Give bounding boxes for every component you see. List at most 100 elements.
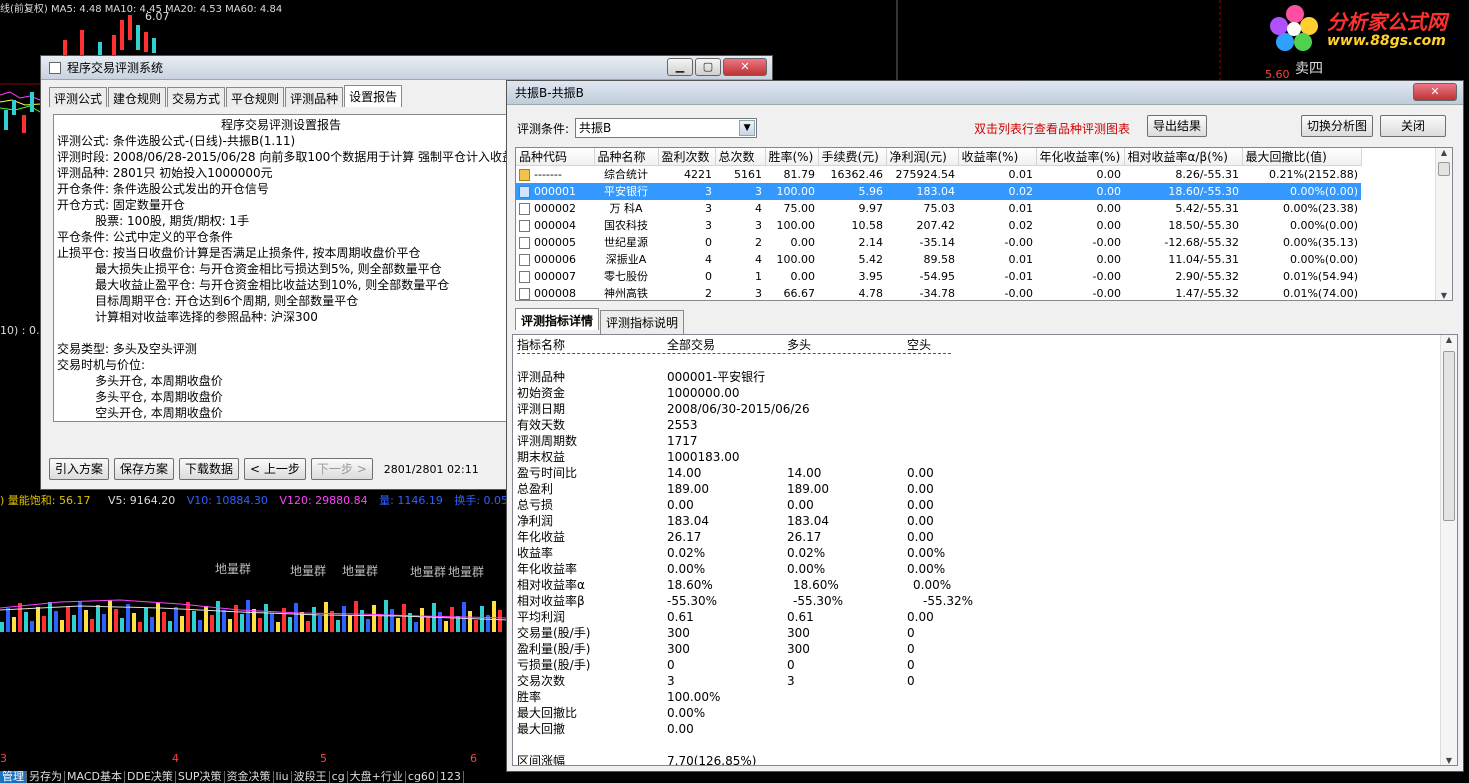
tab-instruments[interactable]: 评测品种 [285,87,344,107]
document-icon [519,270,530,283]
detail-cell: 14.00 [787,466,822,480]
detail-cell: 0 [667,658,675,672]
report-line: 开仓条件: 条件选股公式发出的开仓信号 [57,182,269,196]
switch-chart-button[interactable]: 切换分析图 [1301,115,1374,137]
volume-bar [450,607,454,632]
volume-bar [144,608,148,632]
cell: -12.68/-55.32 [1164,235,1239,249]
bottom-tab[interactable]: 资金决策 [225,771,274,783]
volume-bar [438,612,442,632]
bottom-tab[interactable]: cg [330,771,348,783]
close-button[interactable]: ✕ [1413,83,1457,101]
bottom-tab[interactable]: 管理 [0,771,27,783]
bottom-tab[interactable]: liu [274,771,292,783]
bottom-tab[interactable]: 123 [438,771,464,783]
tab-close-rules[interactable]: 平仓规则 [226,87,285,107]
detail-scrollbar[interactable]: ▲ ▼ [1440,335,1457,765]
bottom-tab[interactable]: DDE决策 [125,771,176,783]
table-scrollbar[interactable]: ▲ ▼ [1435,148,1452,300]
bottom-tab[interactable]: 另存为 [27,771,65,783]
maximize-button[interactable]: ▢ [695,58,721,76]
tab-report[interactable]: 设置报告 [344,85,403,107]
detail-header: 空头 [907,338,932,352]
scroll-down-icon[interactable]: ▼ [1441,756,1457,765]
scrollbar-thumb[interactable] [1438,162,1450,176]
minimize-button[interactable]: ▁ [667,58,693,76]
cell: 0.00 [1096,201,1122,215]
volume-bar [330,611,334,632]
tab-detail-metrics[interactable]: 评测指标详情 [515,308,600,330]
table-row[interactable]: ------- 综合统计 4221 5161 81.79 16362.46 275924.5… [516,166,1361,183]
col-header[interactable]: 相对收益率α/β(%) [1124,148,1243,166]
document-icon [519,202,530,215]
volume-bar [318,616,322,632]
tab-trade-mode[interactable]: 交易方式 [167,87,226,107]
previous-step-button[interactable]: < 上一步 [244,458,306,480]
volume-bar [108,600,112,632]
table-row[interactable]: 000005 世纪星源 0 2 0.00 2.14 -35.14 -0.00 -0.00 -12.… [516,234,1361,251]
col-header[interactable]: 净利润(元) [886,148,959,166]
col-header[interactable]: 年化收益率(%) [1036,148,1125,166]
condition-select[interactable]: 共振B ▼ [575,118,758,138]
volume-bar [246,600,250,632]
save-plan-button[interactable]: 保存方案 [114,458,175,480]
volume-bar [36,607,40,632]
window-titlebar[interactable]: 共振B-共振B [507,81,1463,105]
col-header[interactable]: 收益率(%) [958,148,1037,166]
table-row[interactable]: 000004 国农科技 3 3 100.00 10.58 207.42 0.02 0.00 18.… [516,217,1361,234]
detail-separator [517,353,951,354]
col-header[interactable]: 总次数 [715,148,766,166]
volume-bar [420,608,424,632]
chevron-down-icon[interactable]: ▼ [739,120,756,136]
volume-bar [192,611,196,632]
report-line: 目标周期平仓: 开仓达到6个周期, 则全部数量平仓 [57,294,359,308]
bottom-tab[interactable]: cg60 [406,771,438,783]
detail-cell: 0.00% [907,546,946,560]
table-row[interactable]: 000006 深振业A 4 4 100.00 5.42 89.58 0.01 0.00 11.04… [516,251,1361,268]
table-row[interactable]: 000007 零七股份 0 1 0.00 3.95 -54.95 -0.01 -0.00 2.90… [516,268,1361,285]
detail-cell: 0 [907,626,915,640]
col-header[interactable]: 品种名称 [594,148,659,166]
report-line: 最大收益止盈平仓: 与开仓资金相比收益达到10%, 则全部数量平仓 [57,278,450,292]
export-results-button[interactable]: 导出结果 [1147,115,1208,137]
volume-bar [426,617,430,632]
import-plan-button[interactable]: 引入方案 [49,458,110,480]
col-header[interactable]: 胜率(%) [765,148,819,166]
next-step-button[interactable]: 下一步 > [310,458,373,480]
tab-open-rules[interactable]: 建仓规则 [108,87,167,107]
bottom-tab[interactable]: MACD基本 [65,771,125,783]
bottom-tab[interactable]: 波段王 [292,771,330,783]
tab-formula[interactable]: 评测公式 [49,87,108,107]
col-header[interactable]: 品种代码 [516,148,595,166]
detail-cell: 0.00% [667,706,706,720]
cell: 4 [755,252,762,266]
cell: 000005 [516,234,594,251]
detail-cell: 300 [667,642,690,656]
scrollbar-thumb[interactable] [1443,351,1455,521]
table-row[interactable]: 000008 神州高铁 2 3 66.67 4.78 -34.78 -0.00 -0.00 1.4… [516,285,1361,300]
cell: 8.26/-55.31 [1175,167,1239,181]
window-titlebar[interactable]: 程序交易评测系统 [41,56,772,80]
close-dialog-button[interactable]: 关闭 [1380,115,1446,137]
scroll-down-icon[interactable]: ▼ [1436,291,1452,300]
col-header[interactable]: 盈利次数 [658,148,716,166]
close-button[interactable]: ✕ [723,58,767,76]
scroll-up-icon[interactable]: ▲ [1436,148,1452,157]
test-result-window: 共振B-共振B ✕ 评测条件: 共振B ▼ 双击列表行查看品种评测图表 导出结果… [506,80,1464,772]
volume-bar [402,604,406,632]
detail-cell: 18.60% [793,578,839,592]
cell-code: 000002 [534,201,576,215]
volume-bar [294,603,298,632]
table-row[interactable]: 000002 万 科A 3 4 75.00 9.97 75.03 0.01 0.00 5.42/-… [516,200,1361,217]
download-data-button[interactable]: 下载数据 [179,458,240,480]
scroll-up-icon[interactable]: ▲ [1441,335,1457,344]
col-header[interactable]: 最大回撤比(值) [1242,148,1362,166]
tab-metric-help[interactable]: 评测指标说明 [600,310,685,334]
cell: 3 [658,182,715,200]
table-row[interactable]: 000001 平安银行 3 3 100.00 5.96 183.04 0.02 0.00 18.6… [516,182,1361,200]
col-header[interactable]: 手续费(元) [818,148,887,166]
volume-bar [378,614,382,632]
detail-cell: 1000000.00 [667,386,740,400]
bottom-tab[interactable]: 大盘+行业 [348,771,406,783]
bottom-tab[interactable]: SUP决策 [176,771,225,783]
